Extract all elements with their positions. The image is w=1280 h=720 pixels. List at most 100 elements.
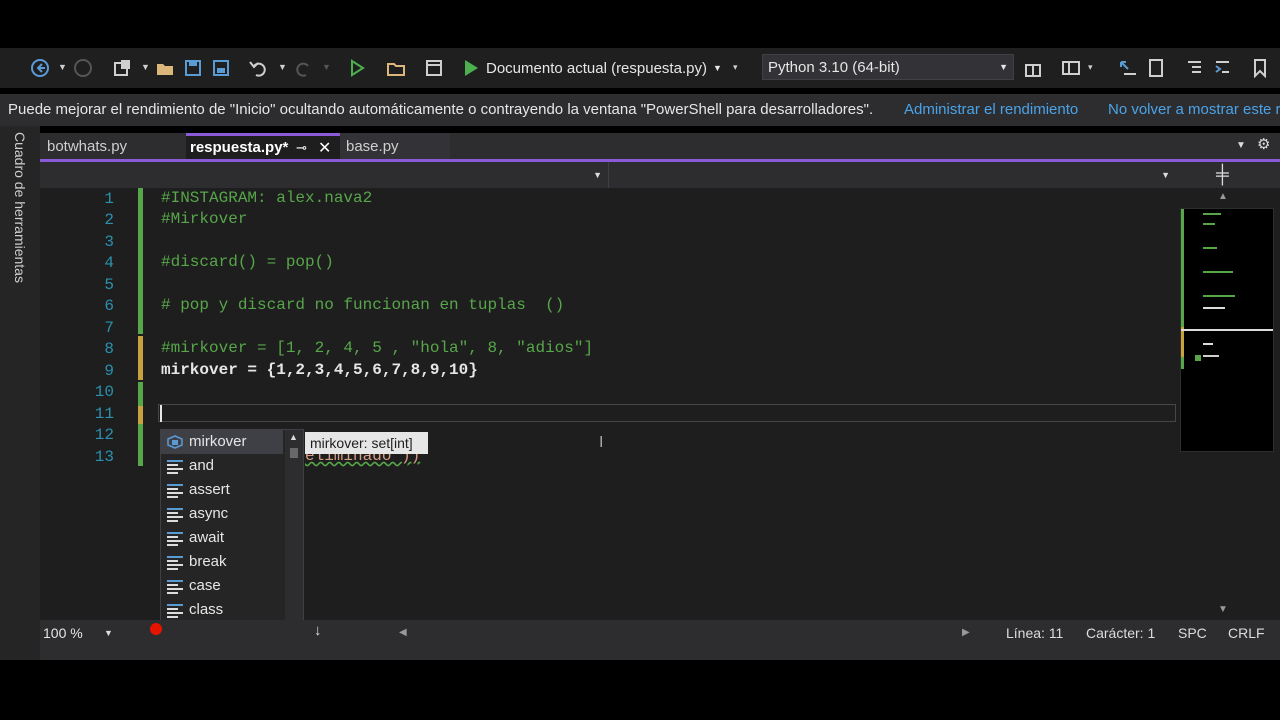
overflow-icon[interactable]: ▾	[733, 62, 738, 73]
variable-icon	[167, 435, 183, 449]
column-indicator[interactable]: Carácter: 1	[1086, 625, 1155, 641]
outdent-icon[interactable]	[1212, 58, 1232, 78]
save-icon[interactable]	[183, 58, 203, 78]
code-line: # pop y discard no funcionan en tuplas (…	[161, 296, 565, 314]
list-scrollbar[interactable]: ▲ ▼	[285, 430, 303, 650]
indent-icon[interactable]	[1184, 58, 1204, 78]
line-number: 1	[104, 190, 114, 208]
code-line: mirkover = {1,2,3,4,5,6,7,8,9,10}	[161, 361, 478, 379]
tab-botwhats[interactable]: botwhats.py	[40, 133, 186, 160]
line-number: 11	[94, 405, 114, 423]
new-project-icon[interactable]	[112, 58, 132, 78]
browse-icon[interactable]	[386, 58, 406, 78]
line-number: 12	[94, 426, 114, 444]
line-number: 8	[104, 340, 114, 358]
list-item-label: async	[189, 505, 229, 522]
line-number: 3	[104, 233, 114, 251]
open-folder-icon[interactable]	[155, 58, 175, 78]
list-item[interactable]: assert	[161, 478, 283, 502]
gear-icon[interactable]: ⚙	[1257, 135, 1270, 153]
step-icon[interactable]	[1118, 58, 1138, 78]
chevron-down-icon[interactable]: ▼	[58, 62, 67, 72]
line-number: 10	[94, 383, 114, 401]
keyword-icon	[167, 484, 183, 498]
redo-icon[interactable]	[294, 58, 314, 78]
split-window-icon[interactable]: ╪	[1216, 164, 1229, 185]
tab-respuesta[interactable]: respuesta.py* ⊸ ✕	[186, 133, 340, 160]
close-icon[interactable]: ✕	[318, 138, 331, 158]
navigate-back-icon[interactable]	[30, 58, 50, 78]
tab-base[interactable]: base.py	[340, 133, 450, 160]
list-item[interactable]: case	[161, 574, 283, 598]
list-item[interactable]: class	[161, 598, 283, 622]
unsaved-changes-marker	[138, 406, 143, 424]
scope-dropdown[interactable]: ▼	[40, 162, 609, 188]
vertical-scrollbar[interactable]: ▲ ▼	[1178, 188, 1280, 620]
navigation-bar: ▼ ▼ ╪	[40, 162, 1280, 188]
scroll-left-icon[interactable]: ◀	[399, 627, 407, 638]
intellisense-list[interactable]: mirkover and assert async await break ca…	[160, 429, 304, 651]
list-item-label: and	[189, 457, 215, 474]
info-bar-message: Puede mejorar el rendimiento de "Inicio"…	[8, 101, 874, 118]
line-number: 2	[104, 211, 114, 229]
python-environment-select[interactable]: Python 3.10 (64-bit) ▼	[762, 54, 1014, 80]
line-ending[interactable]: CRLF	[1228, 625, 1265, 641]
scroll-down-icon[interactable]: ▼	[1218, 604, 1228, 615]
bookmark-icon[interactable]	[1250, 58, 1270, 78]
line-indicator[interactable]: Línea: 11	[1006, 625, 1063, 641]
line-number: 6	[104, 297, 114, 315]
pin-icon[interactable]: ⊸	[296, 140, 307, 156]
current-line-highlight	[158, 404, 1176, 422]
keyword-icon	[167, 508, 183, 522]
list-item[interactable]: await	[161, 526, 283, 550]
overflow-icon[interactable]: ▾	[1088, 62, 1093, 73]
undo-icon[interactable]	[248, 58, 268, 78]
chevron-down-icon[interactable]: ▼	[104, 628, 113, 638]
list-item-label: class	[189, 601, 224, 618]
gift-icon[interactable]	[1023, 58, 1043, 78]
scroll-right-icon[interactable]: ▶	[962, 627, 970, 638]
dont-show-again-link[interactable]: No volver a mostrar este r	[1108, 101, 1280, 118]
whitespace-mode[interactable]: SPC	[1178, 625, 1207, 641]
toolbox-tab[interactable]: Cuadro de herramientas	[12, 132, 28, 283]
saved-changes-marker	[138, 188, 143, 334]
tab-label: botwhats.py	[47, 138, 128, 155]
python-environment-value: Python 3.10 (64-bit)	[768, 59, 900, 76]
list-item[interactable]: mirkover	[161, 430, 283, 454]
manage-performance-link[interactable]: Administrar el rendimiento	[904, 101, 1078, 118]
zoom-level[interactable]: 100 %	[43, 625, 83, 641]
code-line: #mirkover = [1, 2, 4, 5 , "hola", 8, "ad…	[161, 339, 594, 357]
document-tabs: botwhats.py respuesta.py* ⊸ ✕ base.py ▼ …	[40, 133, 1280, 160]
list-item[interactable]: async	[161, 502, 283, 526]
navigate-forward-icon[interactable]	[73, 58, 93, 78]
scroll-up-icon[interactable]: ▲	[289, 432, 298, 442]
run-current-document-button[interactable]: Documento actual (respuesta.py) ▼	[462, 56, 722, 80]
mouse-ibeam-icon: I	[599, 434, 604, 451]
member-dropdown[interactable]: ▼	[612, 162, 1176, 188]
window-icon[interactable]	[424, 58, 444, 78]
code-minimap[interactable]	[1180, 208, 1274, 452]
list-item-label: await	[189, 529, 225, 546]
save-all-icon[interactable]	[211, 58, 231, 78]
scroll-up-icon[interactable]: ▲	[1218, 191, 1228, 202]
chevron-down-icon[interactable]: ▼	[322, 62, 331, 72]
start-icon[interactable]	[347, 58, 367, 78]
code-line: #Mirkover	[161, 210, 248, 228]
list-item-label: mirkover	[189, 433, 247, 450]
keyword-icon	[167, 556, 183, 570]
list-item[interactable]: and	[161, 454, 283, 478]
chevron-down-icon[interactable]: ▼	[278, 62, 287, 72]
code-line: #discard() = pop()	[161, 253, 334, 271]
document-outline-icon[interactable]	[1146, 58, 1166, 78]
tab-list-chevron-icon[interactable]: ▼	[1236, 140, 1246, 151]
toolbar: ▼ ▼ ▼ ▼ Documento actual (respuesta.py) …	[0, 48, 1280, 88]
layout-icon[interactable]	[1061, 58, 1081, 78]
list-item[interactable]: break	[161, 550, 283, 574]
arrow-down-icon[interactable]: ↓	[314, 622, 322, 639]
line-number: 13	[94, 448, 114, 466]
chevron-down-icon[interactable]: ▼	[713, 63, 722, 73]
chevron-down-icon[interactable]: ▼	[141, 62, 150, 72]
keyword-icon	[167, 460, 183, 474]
scroll-thumb[interactable]	[290, 448, 298, 458]
error-icon[interactable]	[150, 623, 162, 635]
